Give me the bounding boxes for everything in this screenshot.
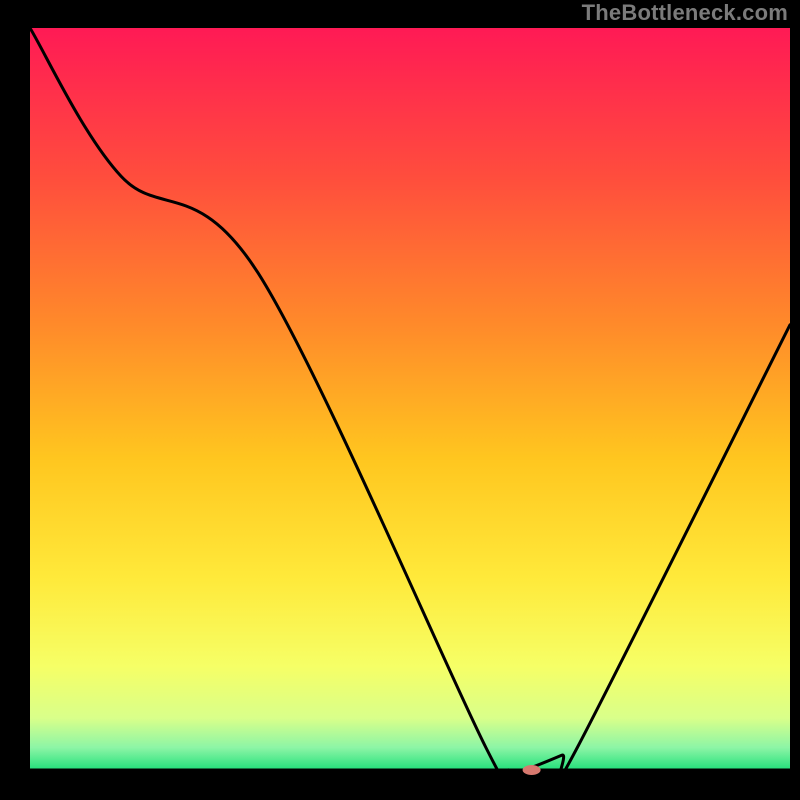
plot-background bbox=[30, 28, 790, 770]
chart-svg bbox=[0, 0, 800, 800]
attribution-text: TheBottleneck.com bbox=[582, 0, 788, 26]
bottleneck-chart: TheBottleneck.com bbox=[0, 0, 800, 800]
optimum-marker bbox=[523, 765, 541, 775]
